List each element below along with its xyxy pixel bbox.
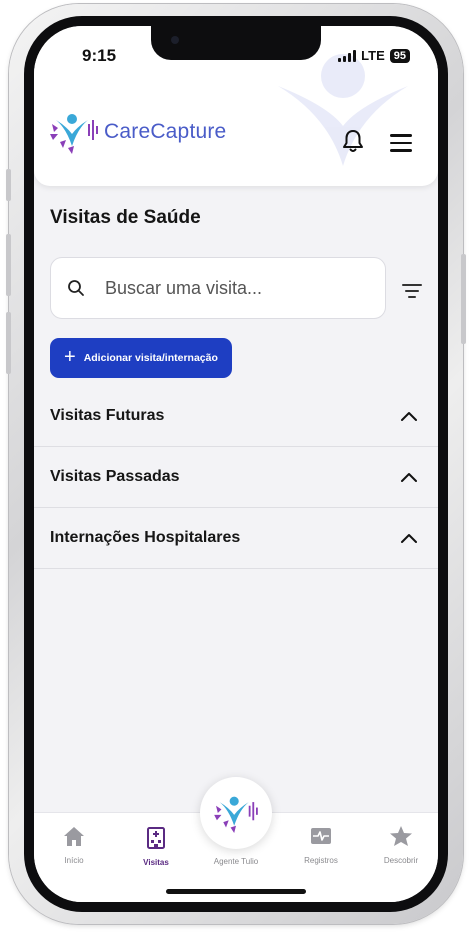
search-input[interactable]	[105, 277, 355, 299]
nav-item-registros[interactable]: Registros	[286, 825, 356, 865]
agent-tulio-label: Agente Tulio	[213, 857, 259, 866]
filter-icon[interactable]	[402, 284, 422, 302]
notch	[151, 26, 321, 60]
add-visit-label: Adicionar visita/internação	[83, 352, 218, 364]
phone-bezel: CareCapture 9:15 LTE 95 Visitas de Saúde…	[24, 16, 448, 912]
app-name: CareCapture	[104, 120, 227, 143]
battery-indicator: 95	[389, 48, 410, 63]
phone-volume-down	[6, 312, 11, 374]
add-visit-button[interactable]: + Adicionar visita/internação	[50, 338, 232, 378]
nav-label: Descobrir	[383, 856, 419, 865]
chevron-up-icon[interactable]	[400, 411, 418, 421]
hamburger-menu-icon[interactable]	[390, 134, 412, 157]
pulse-record-icon	[311, 828, 331, 844]
nav-item-inicio[interactable]: Início	[39, 825, 109, 865]
section-label: Visitas Futuras	[50, 407, 165, 424]
nav-label: Visitas	[143, 858, 169, 867]
phone-power-button	[461, 254, 466, 344]
phone-volume-up	[6, 234, 11, 296]
phone-mute-switch	[6, 169, 11, 201]
search-icon	[68, 280, 84, 296]
nav-label: Registros	[304, 856, 338, 865]
status-time: 9:15	[82, 46, 117, 65]
nav-item-descobrir[interactable]: Descobrir	[366, 825, 436, 865]
section-label: Internações Hospitalares	[50, 529, 241, 546]
nav-label: Início	[64, 856, 84, 865]
status-indicators: LTE 95	[338, 48, 410, 63]
page-title: Visitas de Saúde	[50, 207, 201, 228]
section-visitas-passadas[interactable]: Visitas Passadas	[34, 447, 438, 508]
carecapture-logo-icon	[50, 114, 98, 154]
app-screen: CareCapture 9:15 LTE 95 Visitas de Saúde…	[34, 26, 438, 902]
network-type: LTE	[361, 48, 385, 63]
search-box[interactable]	[50, 257, 386, 319]
agent-tulio-button[interactable]	[200, 777, 272, 849]
chevron-up-icon[interactable]	[400, 472, 418, 482]
chevron-up-icon[interactable]	[400, 533, 418, 543]
carecapture-logo-icon	[214, 796, 258, 833]
notification-bell-icon[interactable]	[342, 129, 364, 153]
home-indicator[interactable]	[166, 889, 306, 894]
home-icon	[64, 827, 84, 846]
section-visitas-futuras[interactable]: Visitas Futuras	[34, 386, 438, 447]
nav-item-visitas[interactable]: Visitas	[121, 825, 191, 867]
bottom-navigation: Início Visitas Agente Tulio Registros De…	[34, 777, 438, 902]
plus-icon: +	[64, 346, 76, 368]
section-internacoes-hospitalares[interactable]: Internações Hospitalares	[34, 508, 438, 569]
cellular-signal-icon	[338, 49, 357, 62]
phone-frame: CareCapture 9:15 LTE 95 Visitas de Saúde…	[6, 4, 466, 924]
section-label: Visitas Passadas	[50, 468, 180, 485]
star-icon	[390, 826, 412, 846]
app-logo[interactable]: CareCapture	[50, 110, 226, 154]
hospital-icon	[147, 827, 165, 849]
